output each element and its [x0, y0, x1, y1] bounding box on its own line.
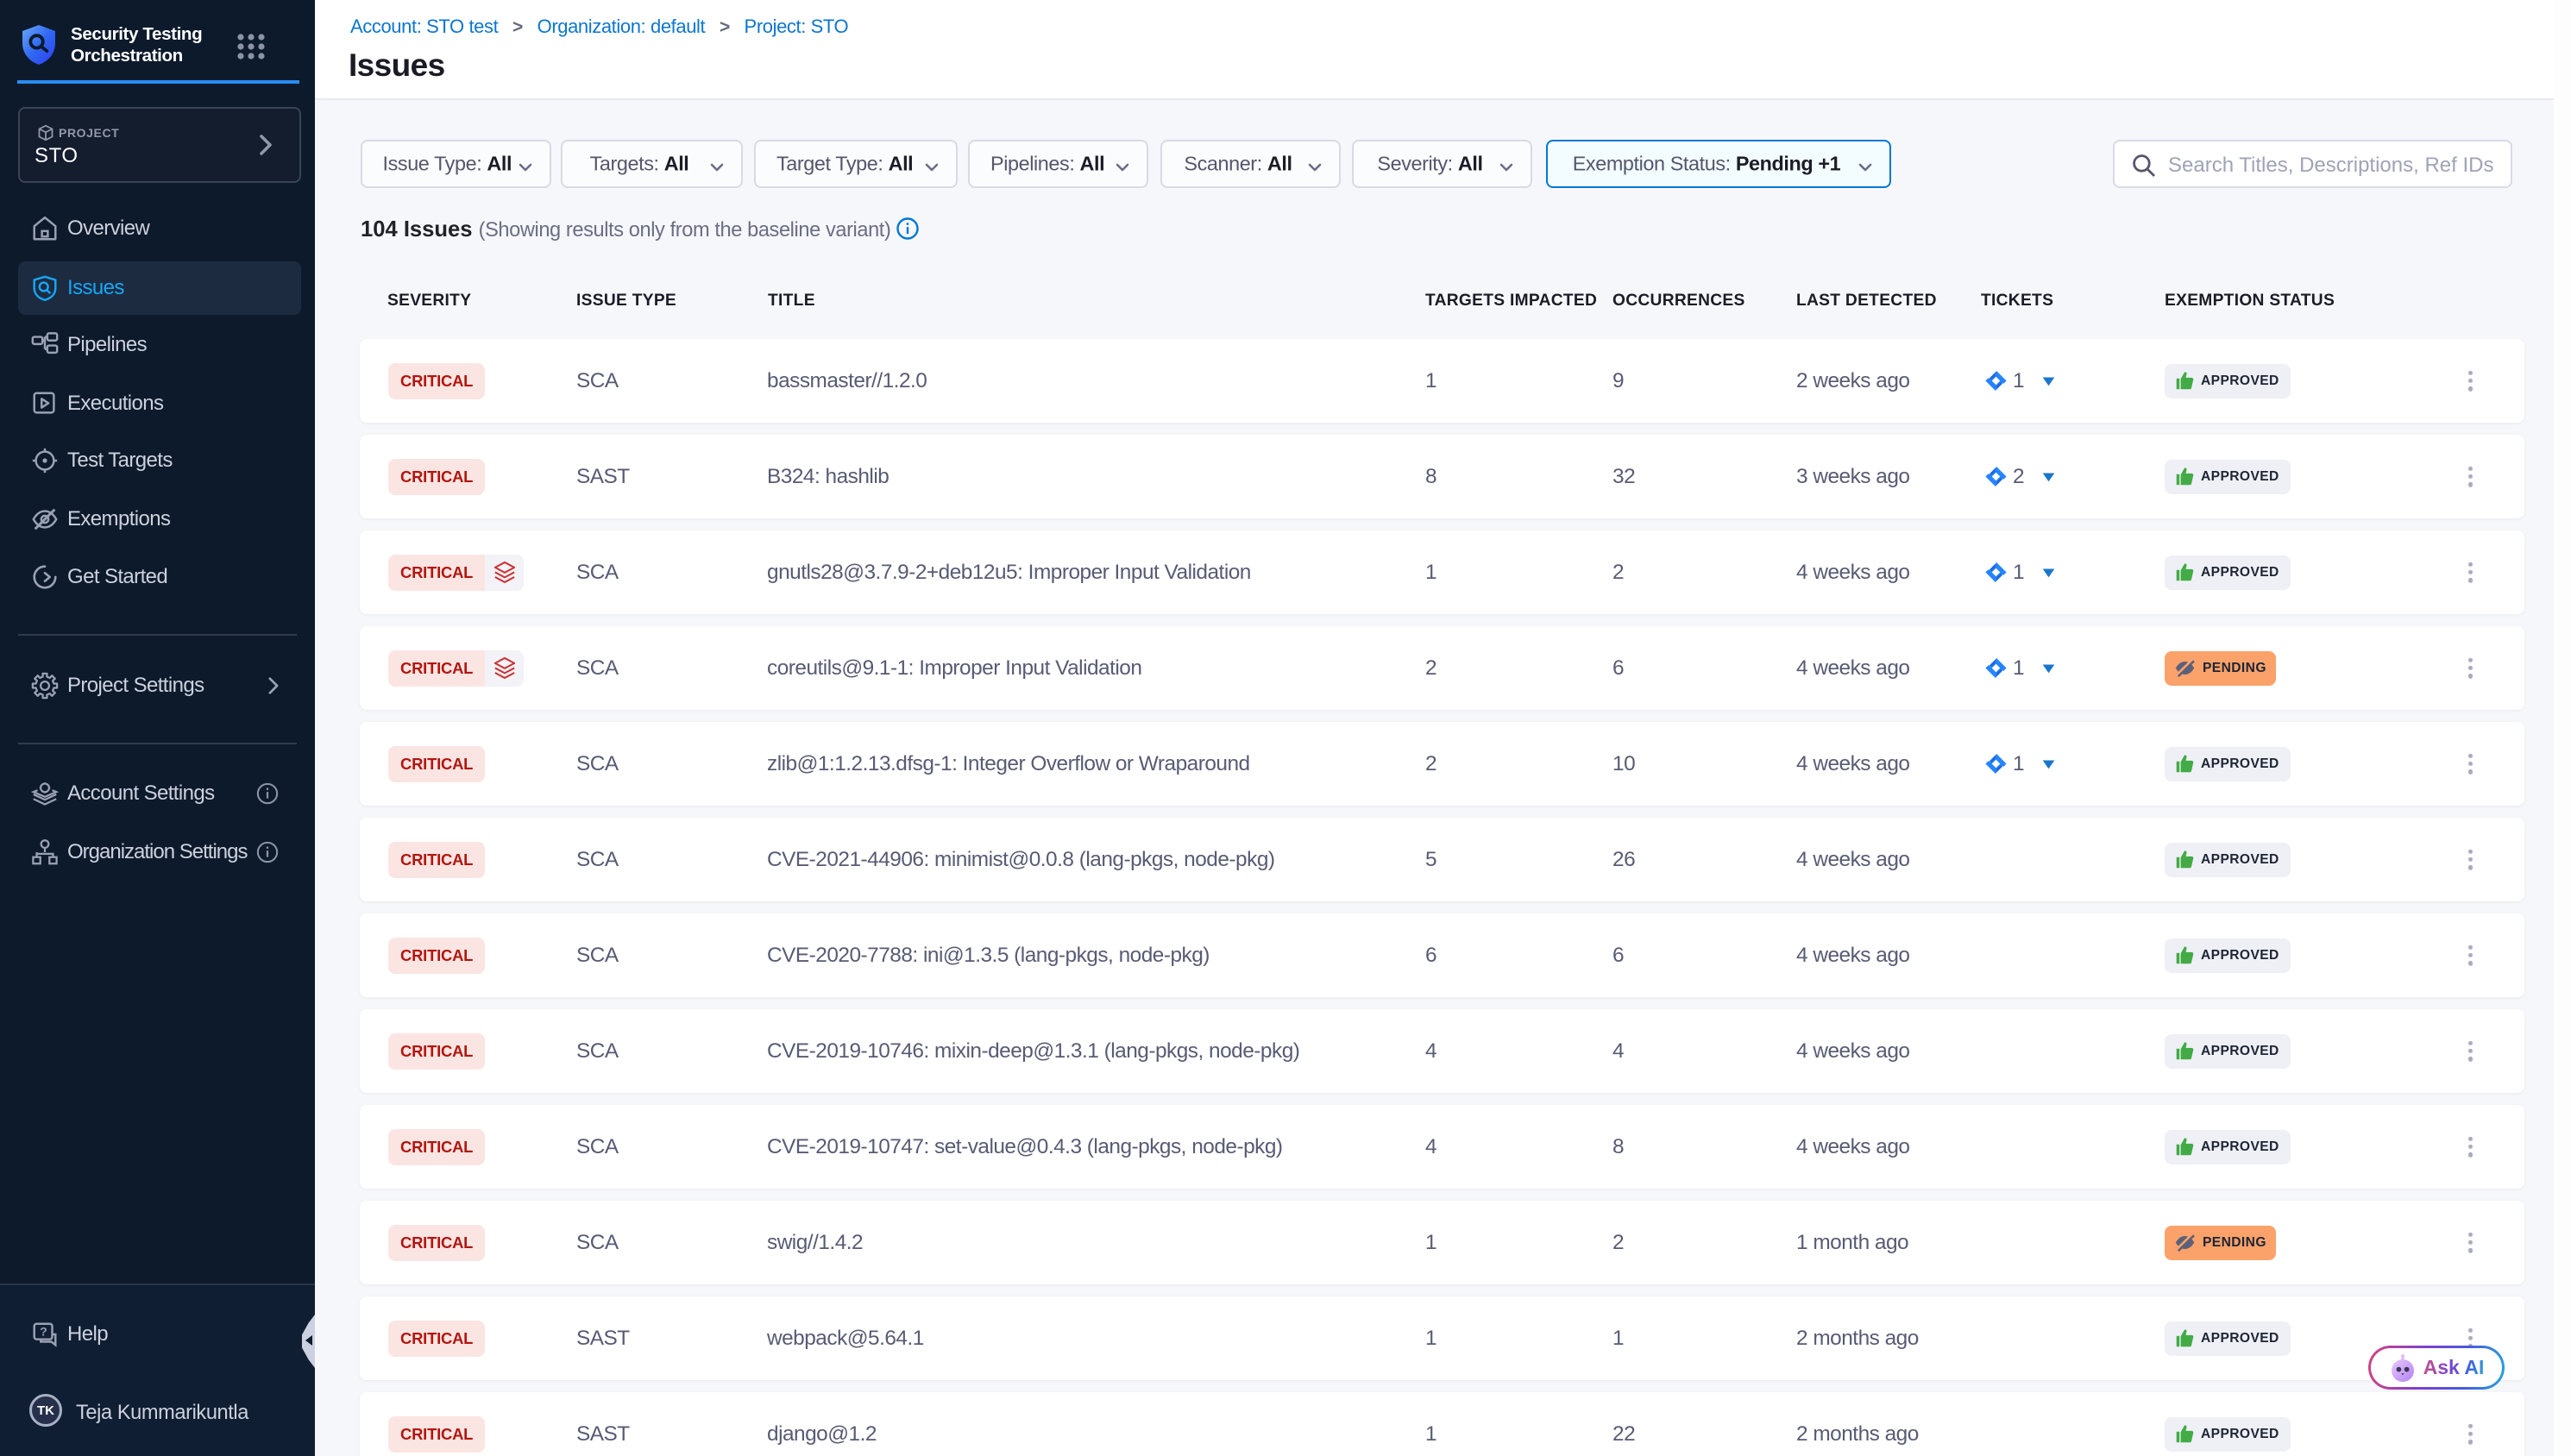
svg-text:?: ?	[40, 1325, 47, 1339]
